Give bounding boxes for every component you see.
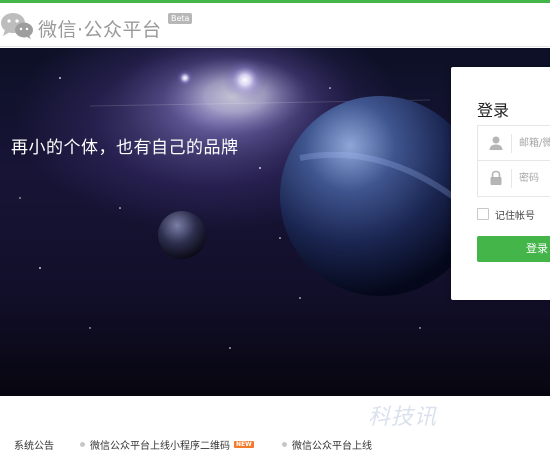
- remember-label: 记住帐号: [495, 210, 535, 222]
- watermark-text: 科技讯: [368, 405, 438, 430]
- login-title: 登录: [477, 101, 510, 120]
- notice-item[interactable]: 微信公众平台上线: [282, 437, 372, 452]
- banner-slogan: 再小的个体，也有自己的品牌: [11, 138, 239, 158]
- wechat-bubbles-icon[interactable]: [0, 11, 34, 41]
- login-panel: 登录 记住帐号 登录: [451, 67, 550, 300]
- notice-item-text[interactable]: 微信公众平台上线: [292, 437, 372, 452]
- notice-bar: 系统公告 微信公众平台上线小程序二维码 NEW 微信公众平台上线: [0, 428, 550, 458]
- password-input[interactable]: [519, 170, 550, 187]
- username-divider: [511, 134, 512, 153]
- notice-item[interactable]: 微信公众平台上线小程序二维码 NEW: [80, 437, 254, 452]
- password-divider: [511, 169, 512, 188]
- site-title[interactable]: 微信·公众平台: [38, 15, 162, 42]
- new-badge: NEW: [234, 441, 254, 448]
- notice-heading: 系统公告: [14, 441, 54, 452]
- username-row: [478, 126, 550, 161]
- user-icon: [489, 136, 503, 150]
- bullet-dot: [282, 442, 287, 447]
- password-row: [478, 161, 550, 196]
- site-header: 微信·公众平台 Beta: [0, 3, 550, 47]
- credential-fields: [477, 125, 550, 197]
- login-button[interactable]: 登录: [477, 236, 550, 262]
- lock-icon: [490, 170, 502, 185]
- remember-checkbox[interactable]: [477, 208, 489, 220]
- remember-account-option[interactable]: 记住帐号: [477, 207, 535, 222]
- notice-item-text[interactable]: 微信公众平台上线小程序二维码: [90, 437, 230, 452]
- bullet-dot: [80, 442, 85, 447]
- beta-badge: Beta: [168, 13, 193, 24]
- username-input[interactable]: [519, 135, 550, 152]
